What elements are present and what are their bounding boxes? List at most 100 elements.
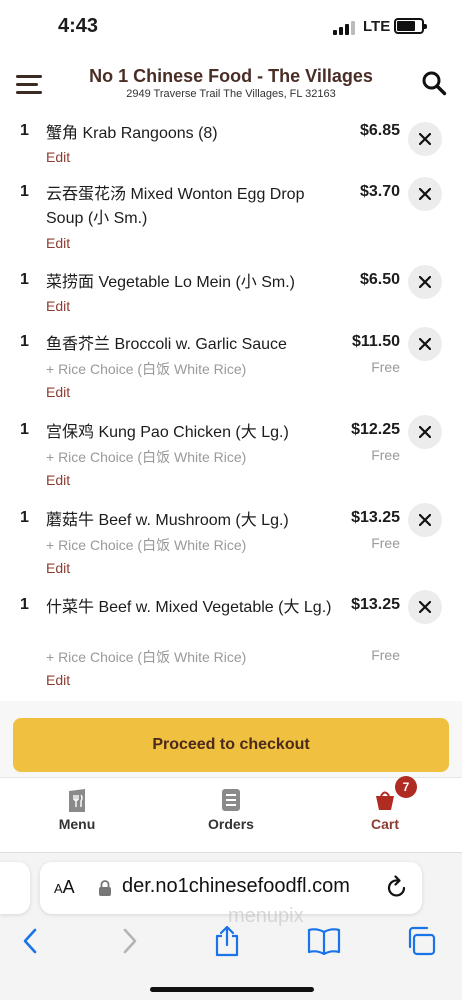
close-icon	[419, 338, 431, 350]
item-price: $11.50	[351, 333, 400, 350]
tabs-icon	[408, 926, 436, 956]
addon-price: Free	[371, 535, 400, 551]
edit-item-link[interactable]: Edit	[46, 560, 70, 576]
status-bar: 4:43 LTE	[0, 0, 462, 58]
battery-icon	[394, 18, 427, 34]
cart-item: 1 什菜牛 Beef w. Mixed Vegetable (大 Lg.) $1…	[0, 590, 462, 696]
bottom-navigation: Menu Orders 7 Cart	[0, 776, 462, 853]
close-icon	[419, 426, 431, 438]
item-quantity: 1	[20, 509, 29, 526]
item-quantity: 1	[20, 596, 29, 613]
browser-toolbar: AA der.no1chinesefoodfl.com menupix	[0, 852, 462, 1000]
item-name: 蘑菇牛 Beef w. Mushroom (大 Lg.)	[46, 512, 289, 529]
edit-item-link[interactable]: Edit	[46, 235, 70, 251]
item-price: $3.70	[359, 183, 400, 200]
cart-item: 1 蘑菇牛 Beef w. Mushroom (大 Lg.) $13.25 + …	[0, 503, 462, 589]
search-icon[interactable]	[421, 70, 447, 96]
cart-item-list: 1 蟹角 Krab Rangoons (8) $6.85 Edit 1 云吞蛋花…	[0, 116, 462, 701]
page-settings-button[interactable]: AA	[54, 877, 75, 898]
close-icon	[419, 514, 431, 526]
reload-icon[interactable]	[385, 875, 409, 901]
menu-book-icon	[69, 789, 85, 812]
close-icon	[419, 276, 431, 288]
item-price: $6.85	[359, 122, 400, 139]
item-addon: + Rice Choice (白饭 White Rice)	[46, 449, 247, 465]
item-quantity: 1	[20, 271, 29, 288]
remove-item-button[interactable]	[408, 327, 442, 361]
nav-cart[interactable]: 7 Cart	[308, 776, 462, 853]
item-name: 什菜牛 Beef w. Mixed Vegetable (大 Lg.)	[46, 599, 332, 616]
forward-button[interactable]	[110, 923, 150, 959]
aa-large: A	[62, 877, 75, 897]
restaurant-title: No 1 Chinese Food - The Villages	[89, 66, 373, 86]
edit-item-link[interactable]: Edit	[46, 384, 70, 400]
nav-menu-label: Menu	[58, 816, 96, 832]
item-price: $6.50	[359, 271, 400, 288]
url-text: der.no1chinesefoodfl.com	[122, 875, 350, 897]
item-name: 蟹角 Krab Rangoons (8)	[46, 125, 218, 142]
item-name: 宫保鸡 Kung Pao Chicken (大 Lg.)	[46, 424, 289, 441]
lock-icon	[99, 880, 111, 896]
close-icon	[419, 601, 431, 613]
cart-item: 1 蟹角 Krab Rangoons (8) $6.85 Edit	[0, 122, 462, 177]
chevron-left-icon	[23, 928, 37, 954]
share-button[interactable]	[207, 923, 247, 959]
item-price: $12.25	[351, 421, 400, 438]
edit-item-link[interactable]: Edit	[46, 298, 70, 314]
cart-item: 1 菜捞面 Vegetable Lo Mein (小 Sm.) $6.50 Ed…	[0, 265, 462, 326]
nav-cart-label: Cart	[370, 816, 399, 832]
remove-item-button[interactable]	[408, 122, 442, 156]
remove-item-button[interactable]	[408, 415, 442, 449]
nav-orders-label: Orders	[208, 816, 254, 832]
item-addon: + Rice Choice (白饭 White Rice)	[46, 537, 247, 553]
nav-orders[interactable]: Orders	[154, 778, 308, 853]
remove-item-button[interactable]	[408, 177, 442, 211]
item-price: $13.25	[351, 596, 400, 613]
item-quantity: 1	[20, 183, 29, 200]
close-icon	[419, 188, 431, 200]
cart-item: 1 宫保鸡 Kung Pao Chicken (大 Lg.) $12.25 + …	[0, 415, 462, 501]
remove-item-button[interactable]	[408, 265, 442, 299]
home-indicator	[150, 987, 314, 992]
proceed-to-checkout-button[interactable]: Proceed to checkout	[13, 718, 449, 772]
remove-item-button[interactable]	[408, 590, 442, 624]
close-icon	[419, 133, 431, 145]
back-button[interactable]	[10, 923, 50, 959]
addon-price: Free	[371, 647, 400, 663]
item-price: $13.25	[351, 509, 400, 526]
cart-takeout-icon	[376, 791, 394, 810]
item-addon: + Rice Choice (白饭 White Rice)	[46, 649, 247, 665]
item-quantity: 1	[20, 421, 29, 438]
aa-small: A	[54, 881, 63, 896]
item-quantity: 1	[20, 122, 29, 139]
hamburger-menu-icon[interactable]	[16, 74, 42, 96]
item-quantity: 1	[20, 333, 29, 350]
edit-item-link[interactable]: Edit	[46, 672, 70, 688]
addon-price: Free	[371, 447, 400, 463]
app-header: No 1 Chinese Food - The Villages 2949 Tr…	[0, 58, 462, 116]
open-book-icon	[307, 928, 341, 955]
item-name: 鱼香芥兰 Broccoli w. Garlic Sauce	[46, 336, 287, 353]
status-time: 4:43	[58, 15, 99, 37]
item-name: 菜捞面 Vegetable Lo Mein (小 Sm.)	[46, 274, 295, 291]
edit-item-link[interactable]: Edit	[46, 472, 70, 488]
checkout-area: Proceed to checkout	[0, 701, 462, 777]
edit-item-link[interactable]: Edit	[46, 149, 70, 165]
restaurant-address: 2949 Traverse Trail The Villages, FL 321…	[126, 88, 336, 100]
cart-item: 1 鱼香芥兰 Broccoli w. Garlic Sauce $11.50 +…	[0, 327, 462, 413]
cellular-signal-icon	[333, 21, 355, 35]
orders-list-icon	[222, 789, 240, 811]
item-addon: + Rice Choice (白饭 White Rice)	[46, 361, 247, 377]
previous-tab-peek[interactable]	[0, 862, 30, 914]
share-icon	[215, 925, 239, 957]
cart-item: 1 云吞蛋花汤 Mixed Wonton Egg Drop Soup (小 Sm…	[0, 177, 462, 261]
chevron-right-icon	[123, 928, 137, 954]
addon-price: Free	[371, 359, 400, 375]
network-type: LTE	[363, 18, 391, 35]
item-name: 云吞蛋花汤 Mixed Wonton Egg Drop Soup (小 Sm.)	[46, 186, 305, 227]
bookmarks-button[interactable]	[304, 923, 344, 959]
tabs-button[interactable]	[401, 923, 441, 959]
nav-menu[interactable]: Menu	[0, 778, 154, 853]
cart-count-badge: 7	[395, 776, 417, 798]
remove-item-button[interactable]	[408, 503, 442, 537]
